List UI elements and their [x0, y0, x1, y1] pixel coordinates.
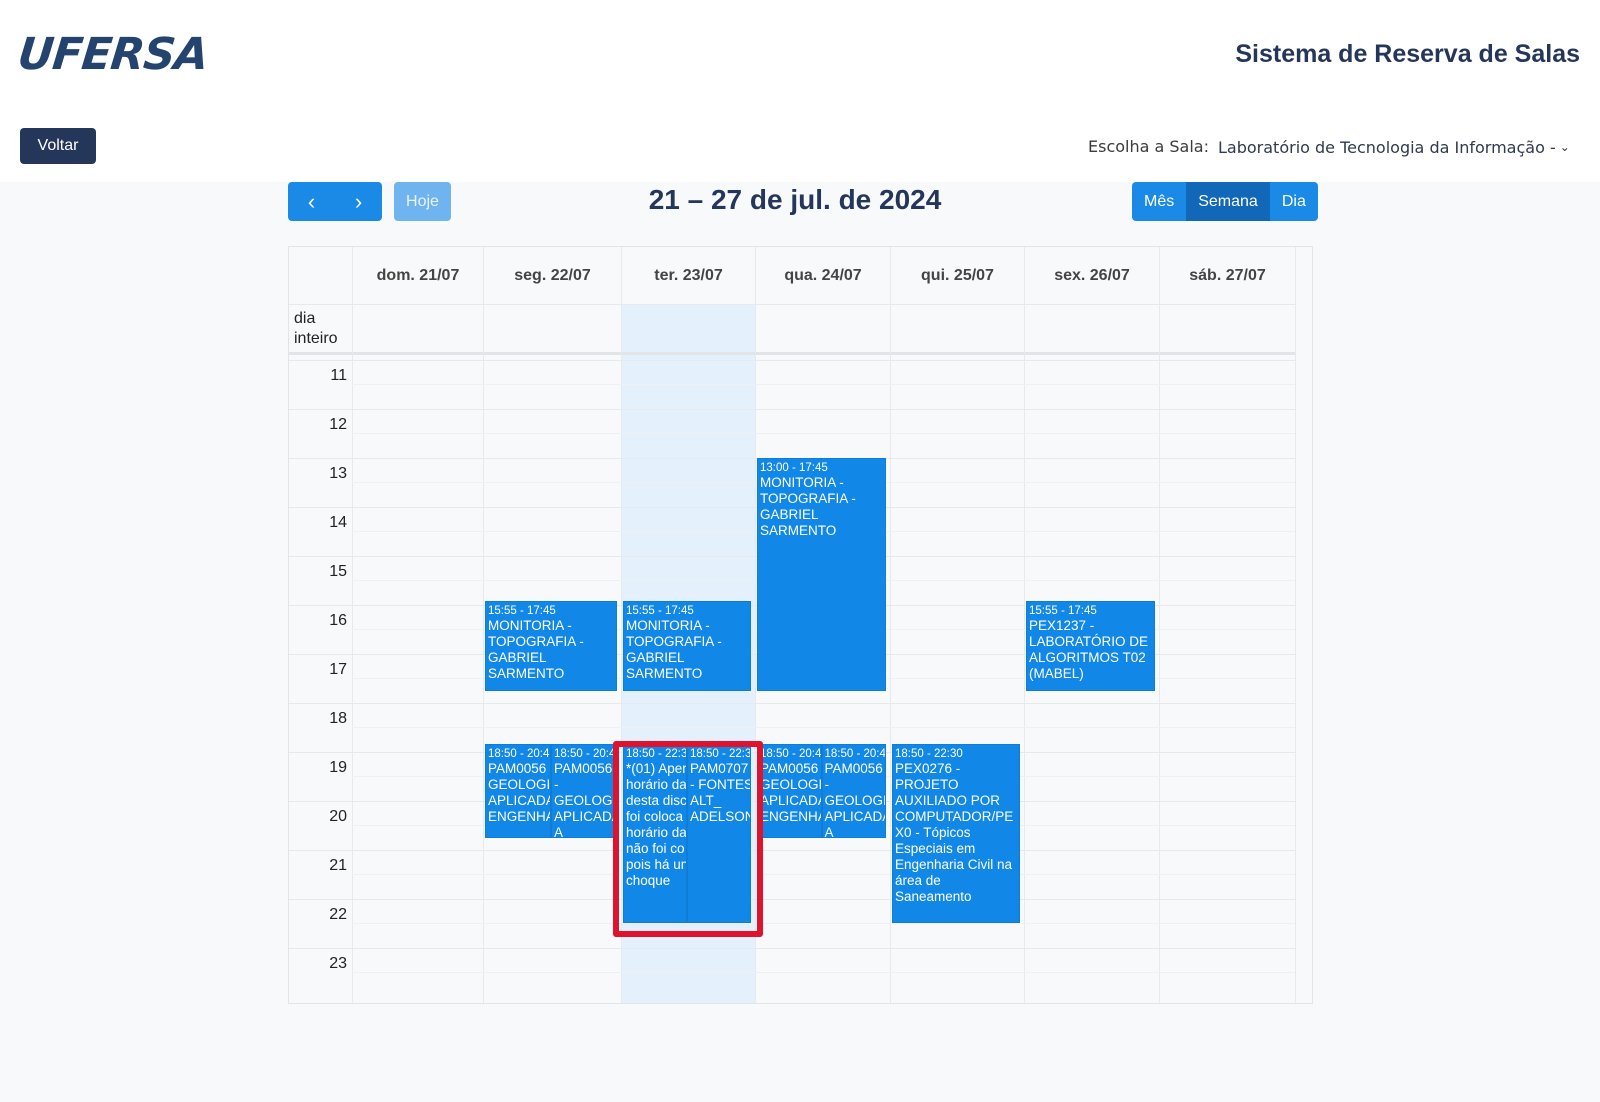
view-button-group: Mês Semana Dia	[1132, 182, 1318, 221]
event-title: MONITORIA - TOPOGRAFIA - GABRIEL SARMENT…	[626, 617, 722, 681]
event-time: 15:55 - 17:45	[488, 604, 556, 617]
event-title: MONITORIA - TOPOGRAFIA - GABRIEL SARMENT…	[760, 475, 856, 538]
hour-label: 11	[330, 367, 347, 384]
calendar-event[interactable]: 18:50 - 20:4PAM0056 - GEOLOGIA APLICADA …	[551, 743, 617, 838]
half-hour-line	[352, 433, 1295, 434]
hour-line	[289, 703, 1295, 704]
hour-line	[289, 948, 1295, 949]
hour-label: 20	[329, 808, 347, 825]
event-title: PAM0056 - GEOLOGIA APLICADA A	[824, 760, 886, 838]
calendar-event[interactable]: 15:55 - 17:45 PEX1237 - LABORATÓRIO DE AL…	[1026, 600, 1155, 691]
ufersa-logo: UFERSA	[15, 29, 211, 80]
prev-week-button[interactable]: ‹	[288, 182, 335, 221]
hour-label: 17	[329, 661, 347, 678]
hour-label: 18	[329, 710, 347, 727]
week-view-button[interactable]: Semana	[1186, 182, 1270, 221]
event-time: 18:50 - 20:4	[488, 747, 550, 760]
event-time: 18:50 - 20:4	[824, 747, 886, 760]
highlight-box	[613, 741, 763, 937]
hour-label: 21	[329, 857, 347, 874]
calendar-event[interactable]: 18:50 - 20:4PAM0056 GEOLOGIA APLICADA EN…	[757, 743, 822, 838]
day-view-button[interactable]: Dia	[1269, 182, 1318, 221]
month-view-button[interactable]: Mês	[1132, 182, 1187, 221]
event-time: 13:00 - 17:45	[760, 462, 828, 474]
hour-line	[289, 360, 1295, 361]
half-hour-line	[352, 923, 1295, 924]
app-title: Sistema de Reserva de Salas	[1235, 40, 1580, 68]
hour-label: 13	[329, 465, 347, 482]
back-button[interactable]: Voltar	[20, 128, 96, 164]
hour-line	[289, 850, 1295, 851]
hour-label: 15	[329, 563, 347, 580]
day-header: qui. 25/07	[890, 247, 1024, 305]
room-select-value: Laboratório de Tecnologia da Informação …	[1218, 137, 1556, 157]
event-time: 15:55 - 17:45	[626, 604, 694, 617]
hour-line	[289, 899, 1295, 900]
day-header: seg. 22/07	[483, 247, 621, 305]
day-header: dom. 21/07	[352, 247, 483, 305]
calendar-event[interactable]: 18:50 - 20:4PAM0056 - GEOLOGIA APLICADA …	[821, 743, 886, 838]
calendar-event[interactable]: 13:00 - 17:45 MONITORIA - TOPOGRAFIA - GA…	[757, 458, 886, 691]
event-time: 15:55 - 17:45	[1029, 604, 1097, 617]
half-hour-line	[352, 874, 1295, 875]
chevron-down-icon: ⌄	[1559, 140, 1570, 154]
allday-label: dia inteiro	[294, 310, 338, 347]
chevron-left-icon: ‹	[307, 188, 316, 214]
event-time: 18:50 - 22:30	[895, 747, 963, 760]
day-header: qua. 24/07	[755, 247, 890, 305]
hour-label: 16	[329, 612, 347, 629]
hour-label: 14	[329, 514, 347, 531]
calendar-title: 21 – 27 de jul. de 2024	[648, 184, 942, 215]
hour-label: 19	[329, 759, 347, 776]
half-hour-line	[352, 972, 1295, 973]
room-label: Escolha a Sala:	[1088, 137, 1209, 156]
calendar-event[interactable]: 15:55 - 17:45 MONITORIA - TOPOGRAFIA - GA…	[623, 600, 751, 691]
room-select[interactable]: Laboratório de Tecnologia da Informação …	[1218, 133, 1588, 161]
half-hour-line	[352, 727, 1295, 728]
nav-button-group: ‹ ›	[288, 182, 382, 221]
event-title: PAM0056 - GEOLOGIA APLICADA A	[554, 760, 617, 838]
event-title: PEX0276 - PROJETO AUXILIADO POR COMPUTAD…	[895, 760, 1014, 904]
chevron-right-icon: ›	[354, 188, 363, 214]
hour-line	[289, 409, 1295, 410]
hour-label: 23	[329, 955, 347, 972]
calendar-event[interactable]: 18:50 - 22:30 PEX0276 - PROJETO AUXILIADO…	[892, 743, 1020, 924]
week-calendar: dom. 21/07 seg. 22/07 ter. 23/07 qua. 24…	[288, 246, 1313, 1004]
event-time: 18:50 - 20:4	[554, 747, 616, 760]
hour-label: 22	[329, 906, 347, 923]
column-headers: dom. 21/07 seg. 22/07 ter. 23/07 qua. 24…	[289, 247, 1295, 305]
event-time: 18:50 - 20:4	[760, 747, 822, 760]
allday-row	[289, 305, 1295, 355]
hour-label: 12	[329, 416, 347, 433]
column-divider	[1295, 247, 1296, 1003]
day-header: ter. 23/07	[621, 247, 755, 305]
half-hour-line	[352, 384, 1295, 385]
next-week-button[interactable]: ›	[335, 182, 382, 221]
day-header: sex. 26/07	[1024, 247, 1159, 305]
calendar-event[interactable]: 18:50 - 20:4PAM0056 GEOLOGIA APLICADA EN…	[485, 743, 551, 838]
calendar-event[interactable]: 15:55 - 17:45 MONITORIA - TOPOGRAFIA - GA…	[485, 600, 617, 691]
event-title: MONITORIA - TOPOGRAFIA - GABRIEL SARMENT…	[488, 617, 584, 681]
day-header: sáb. 27/07	[1159, 247, 1295, 305]
event-title: PEX1237 - LABORATÓRIO DE ALGORITMOS T02 …	[1029, 617, 1149, 681]
event-title: PAM0056 GEOLOGIA APLICADA ENGENHA	[760, 760, 822, 824]
today-button[interactable]: Hoje	[394, 182, 451, 221]
top-bar: UFERSA Sistema de Reserva de Salas Volta…	[0, 0, 1600, 180]
event-title: PAM0056 GEOLOGIA APLICADA ENGENHA	[488, 760, 551, 824]
